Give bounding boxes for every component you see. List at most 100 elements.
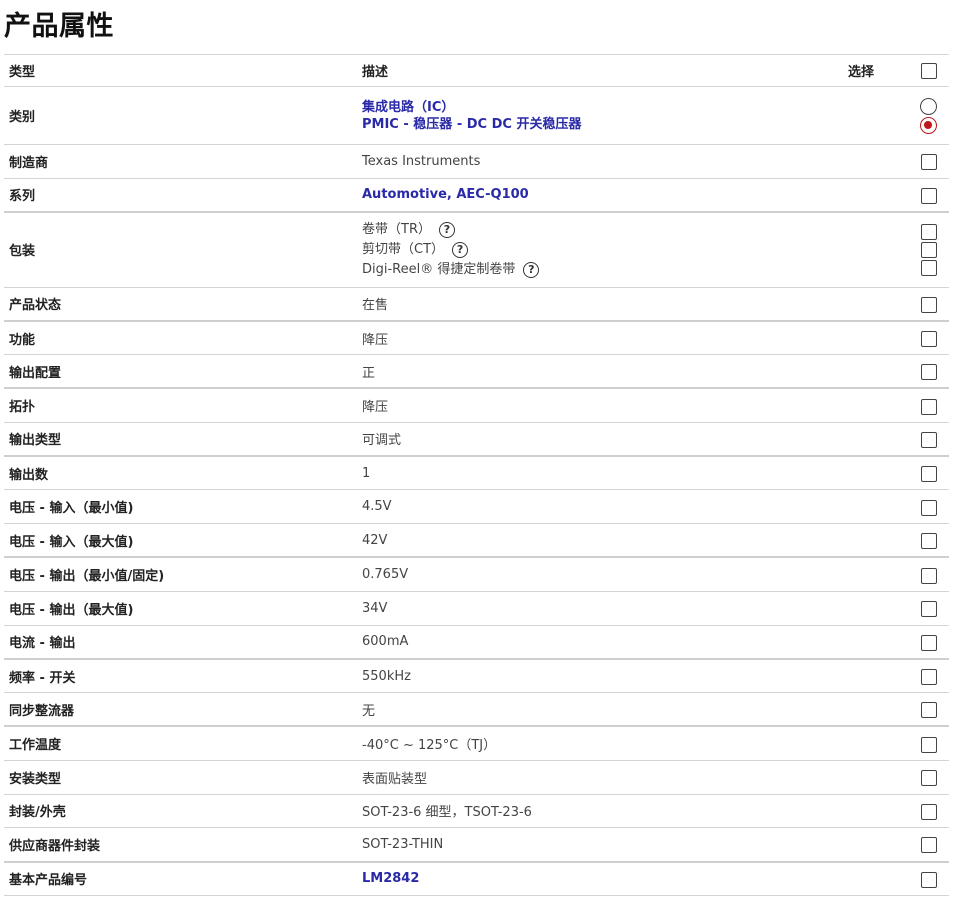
table-row: 输出配置正	[4, 354, 949, 389]
select-checkbox[interactable]	[920, 702, 937, 719]
select-cell	[908, 144, 949, 179]
attr-value: 可调式	[358, 421, 908, 457]
table-row-category: 类别 集成电路（IC） PMIC - 稳压器 - DC DC 开关稳压器	[4, 86, 949, 145]
attr-value: 表面贴装型	[358, 759, 908, 795]
select-cell	[908, 319, 949, 355]
select-checkbox[interactable]	[920, 837, 937, 854]
table-row-manufacturer: 制造商 Texas Instruments	[4, 144, 949, 179]
select-checkbox[interactable]	[920, 634, 937, 651]
select-checkbox[interactable]	[920, 331, 937, 348]
packaging-checkbox-tr[interactable]	[920, 223, 937, 240]
table-row: 电压 - 输入（最小值) 4.5V	[4, 489, 949, 524]
attr-label: 功能	[4, 319, 358, 355]
attr-value: 34V	[358, 590, 908, 626]
packaging-option-ct: 剪切带（CT） ?	[362, 240, 908, 260]
series-link[interactable]: Automotive, AEC-Q100	[362, 187, 529, 202]
attr-value: SOT-23-6 细型，TSOT-23-6	[358, 793, 908, 828]
select-cell	[908, 86, 949, 145]
select-cell	[908, 211, 949, 288]
select-checkbox[interactable]	[920, 567, 937, 584]
attr-value: 降压	[358, 387, 908, 423]
category-link-pmic[interactable]: PMIC - 稳压器 - DC DC 开关稳压器	[362, 116, 908, 133]
select-cell	[908, 793, 949, 828]
select-cell	[908, 692, 949, 727]
table-row: 安装类型 表面贴装型	[4, 759, 949, 795]
attr-value: 42V	[358, 523, 908, 558]
select-checkbox[interactable]	[920, 736, 937, 753]
question-circle-icon[interactable]: ?	[438, 221, 455, 238]
select-checkbox[interactable]	[920, 364, 937, 381]
select-checkbox[interactable]	[920, 601, 937, 618]
table-row: 输出类型 可调式	[4, 421, 949, 457]
header-type: 类型	[4, 54, 358, 87]
attr-label: 制造商	[4, 144, 358, 179]
attr-label: 类别	[4, 86, 358, 145]
select-checkbox[interactable]	[920, 770, 937, 787]
packaging-checkbox-ct[interactable]	[920, 241, 937, 258]
attr-value: 正	[358, 354, 908, 389]
table-row: 供应商器件封装 SOT-23-THIN	[4, 827, 949, 862]
category-link-ic[interactable]: 集成电路（IC）	[362, 99, 908, 116]
select-cell	[908, 725, 949, 761]
attr-label: 电压 - 输入（最大值)	[4, 523, 358, 558]
select-cell	[908, 455, 949, 490]
select-checkbox[interactable]	[920, 871, 937, 888]
attr-label: 输出类型	[4, 421, 358, 457]
select-cell	[908, 624, 949, 659]
attr-label: 电压 - 输入（最小值)	[4, 489, 358, 524]
attr-value: SOT-23-THIN	[358, 827, 908, 862]
attr-label: 电流 - 输出	[4, 624, 358, 659]
attr-label: 供应商器件封装	[4, 827, 358, 862]
attr-value: Texas Instruments	[358, 144, 908, 179]
table-row: 电压 - 输出（最大值) 34V	[4, 590, 949, 626]
attr-label: 产品状态	[4, 286, 358, 321]
select-checkbox[interactable]	[920, 296, 937, 313]
select-cell	[908, 523, 949, 558]
header-select: 选择	[848, 54, 908, 87]
table-row: 产品状态 在售	[4, 286, 949, 321]
select-checkbox[interactable]	[920, 533, 937, 550]
table-row-series: 系列 Automotive, AEC-Q100	[4, 177, 949, 213]
select-checkbox[interactable]	[920, 466, 937, 483]
table-row: 封装/外壳 SOT-23-6 细型，TSOT-23-6	[4, 793, 949, 828]
select-cell	[908, 759, 949, 795]
select-checkbox[interactable]	[920, 499, 937, 516]
attr-label: 安装类型	[4, 759, 358, 795]
question-circle-icon[interactable]: ?	[452, 241, 469, 258]
attr-value: 4.5V	[358, 489, 908, 524]
table-row: 频率 - 开关 550kHz	[4, 657, 949, 693]
select-checkbox[interactable]	[920, 669, 937, 685]
select-checkbox[interactable]	[920, 803, 937, 820]
page-title: 产品属性	[4, 11, 114, 42]
attr-value: 0.765V	[358, 556, 908, 592]
base-part-link[interactable]: LM2842	[362, 871, 419, 886]
select-all-checkbox[interactable]	[920, 62, 937, 79]
select-cell	[908, 286, 949, 321]
packaging-checkbox-digireel[interactable]	[920, 259, 937, 276]
select-checkbox[interactable]	[920, 187, 937, 204]
select-checkbox[interactable]	[920, 154, 937, 171]
attr-value: 卷带（TR） ? 剪切带（CT） ? Digi-Reel® 得捷定制卷带 ?	[358, 211, 908, 288]
attr-label: 基本产品编号	[4, 860, 358, 896]
packaging-option-digireel: Digi-Reel® 得捷定制卷带 ?	[362, 260, 908, 280]
table-row: 功能 降压	[4, 319, 949, 355]
attr-label: 系列	[4, 177, 358, 213]
table-row: 拓扑 降压	[4, 387, 949, 423]
select-cell	[908, 860, 949, 896]
select-checkbox[interactable]	[920, 431, 937, 448]
category-radio-pmic[interactable]	[920, 116, 937, 134]
table-row: 电压 - 输入（最大值) 42V	[4, 523, 949, 558]
header-description: 描述	[358, 54, 848, 87]
attr-value: LM2842	[358, 860, 908, 896]
select-checkbox[interactable]	[920, 398, 937, 415]
attr-label: 输出配置	[4, 354, 358, 389]
attr-label: 电压 - 输出（最大值)	[4, 590, 358, 626]
attr-label: 同步整流器	[4, 692, 358, 727]
table-row-packaging: 包装 卷带（TR） ? 剪切带（CT） ? Digi-Reel® 得捷定制卷带 …	[4, 211, 949, 288]
product-attributes-table: 类型 描述 选择 类别 集成电路（IC） PMIC - 稳压器 - DC DC …	[4, 54, 949, 896]
question-circle-icon[interactable]: ?	[523, 261, 540, 278]
attr-label: 工作温度	[4, 725, 358, 761]
attr-value: 550kHz	[358, 657, 908, 693]
attr-label: 包装	[4, 211, 358, 288]
category-radio-ic[interactable]	[920, 97, 937, 115]
